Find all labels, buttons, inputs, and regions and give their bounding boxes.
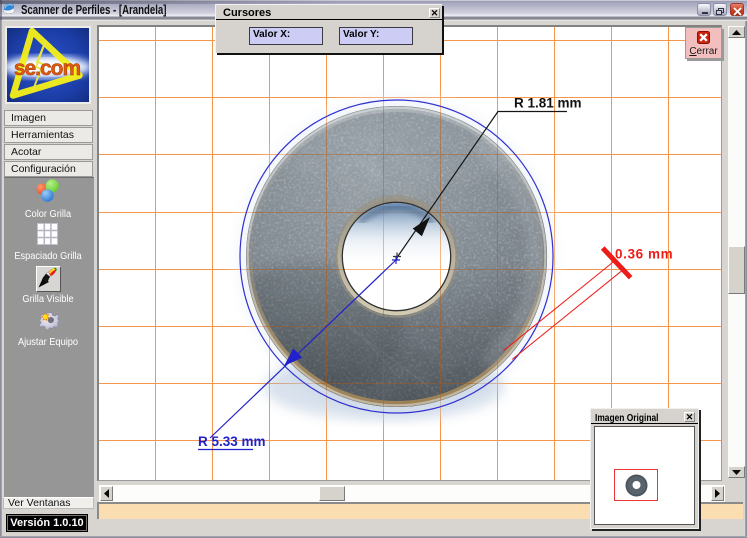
svg-text:R 5.33 mm: R 5.33 mm: [198, 434, 266, 449]
svg-text:R 1.81 mm: R 1.81 mm: [514, 96, 582, 111]
svg-text:se.com: se.com: [14, 57, 81, 80]
svg-text:0.36 mm: 0.36 mm: [615, 247, 673, 262]
